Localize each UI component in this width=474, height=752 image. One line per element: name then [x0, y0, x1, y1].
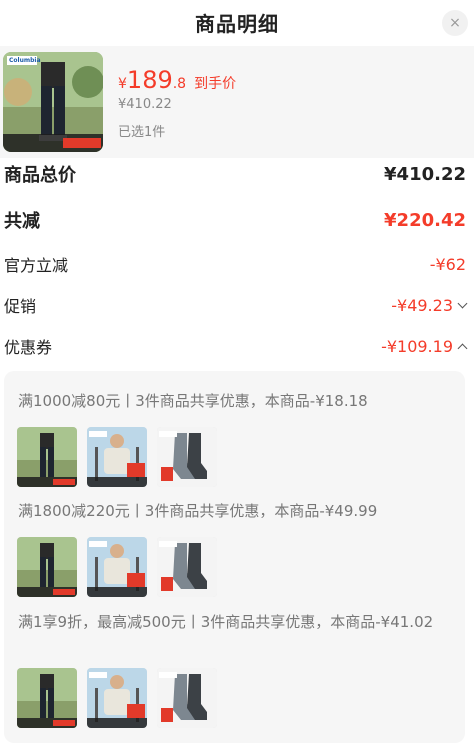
close-button[interactable]: ×: [442, 10, 468, 36]
discount-row: 共减 ¥220.42: [4, 206, 466, 234]
chevron-up-icon: [457, 343, 468, 353]
coupon-detail-panel: 满1000减80元丨3件商品共享优惠，本商品-¥18.18 满1800减220元…: [4, 371, 465, 743]
price-main: 189: [126, 66, 173, 94]
promo-value: -¥49.23: [391, 295, 453, 315]
price-decimal: .8: [172, 76, 187, 92]
promo-label: 促销: [4, 297, 37, 316]
chevron-down-icon: [457, 298, 468, 308]
thumb-pants[interactable]: [17, 427, 77, 487]
thumb-jacket[interactable]: [87, 537, 147, 597]
coupon-thumbs-1: [17, 427, 217, 487]
thumb-jacket[interactable]: [87, 427, 147, 487]
coupon-value: -¥109.19: [381, 336, 453, 356]
coupon-desc-1: 满1000减80元丨3件商品共享优惠，本商品-¥18.18: [18, 392, 368, 410]
coupon-value-wrap: -¥109.19: [381, 336, 468, 356]
final-price: ¥ 189 .8 到手价: [118, 66, 236, 94]
coupon-thumbs-3: [17, 668, 217, 728]
official-value: -¥62: [429, 254, 466, 274]
discount-label: 共减: [4, 211, 40, 232]
coupon-thumbs-2: [17, 537, 217, 597]
coupon-desc-3: 满1享9折，最高减500元丨3件商品共享优惠，本商品-¥41.02: [18, 613, 434, 631]
thumb-pants[interactable]: [17, 537, 77, 597]
close-icon: ×: [449, 15, 461, 31]
coupon-desc-2: 满1800减220元丨3件商品共享优惠，本商品-¥49.99: [18, 502, 378, 520]
total-row: 商品总价 ¥410.22: [4, 160, 466, 188]
promo-value-wrap: -¥49.23: [391, 295, 468, 315]
currency-symbol: ¥: [118, 76, 127, 92]
selected-count: 已选1件: [118, 125, 166, 140]
product-card: Columbia ¥ 189 .8 到手价: [0, 46, 474, 158]
discount-value: ¥220.42: [384, 209, 466, 231]
total-value: ¥410.22: [384, 163, 466, 185]
coupon-row[interactable]: 优惠券 -¥109.19: [4, 334, 468, 358]
thumb-socks[interactable]: [157, 537, 217, 597]
total-label: 商品总价: [4, 165, 76, 186]
thumb-pants[interactable]: [17, 668, 77, 728]
thumb-socks[interactable]: [157, 427, 217, 487]
price-tag: 到手价: [194, 76, 237, 92]
official-row: 官方立减 -¥62: [4, 252, 466, 276]
page-title: 商品明细: [195, 11, 279, 36]
coupon-label: 优惠券: [4, 338, 53, 357]
thumb-socks[interactable]: [157, 668, 217, 728]
promo-row[interactable]: 促销 -¥49.23: [4, 293, 468, 317]
thumb-jacket[interactable]: [87, 668, 147, 728]
product-image[interactable]: Columbia: [3, 52, 103, 152]
original-price: ¥410.22: [118, 97, 172, 112]
brand-logo: Columbia: [9, 57, 41, 64]
header: 商品明细 ×: [0, 0, 474, 44]
official-label: 官方立减: [4, 256, 69, 275]
